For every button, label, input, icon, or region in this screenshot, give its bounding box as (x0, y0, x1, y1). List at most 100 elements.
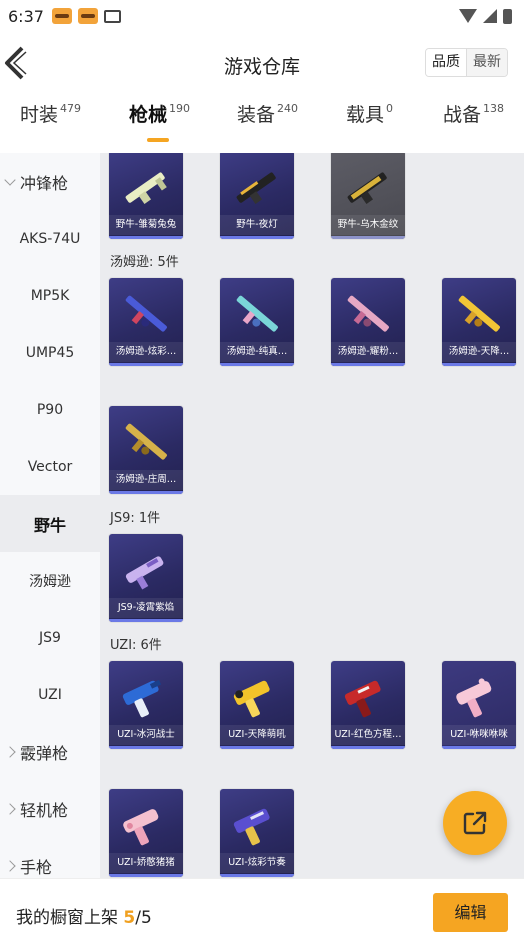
chevron-right-icon (4, 745, 16, 758)
weapon-card-name: JS9-凌霄紫焰 (109, 598, 183, 618)
rarity-stripe (220, 746, 294, 749)
weapon-card-name: UZI-红色方程… (331, 725, 405, 745)
tab-vehicles[interactable]: 载具 0 (346, 100, 393, 150)
sidebar-item-aks74u[interactable]: AKS-74U (0, 210, 100, 267)
thompson-innocent-skin-icon (236, 295, 278, 332)
chevron-down-icon (4, 173, 16, 186)
weapon-card-name: 汤姆逊-天降… (442, 342, 516, 362)
weapon-grid: 野牛-雏菊兔兔 野牛-夜灯 野牛-乌木金纹 汤姆逊: 5件 汤姆逊-炫彩… 汤姆… (100, 153, 524, 878)
sidebar-category-smg[interactable]: 冲锋枪 (0, 153, 100, 210)
sort-newest-button[interactable]: 最新 (467, 49, 507, 76)
warehouse-page: 6:37 游戏仓库 品质 最新 时装 479 枪械 190 装备 240 载具 … (0, 0, 524, 941)
weapon-card-name: 汤姆逊-纯真… (220, 342, 294, 362)
weapon-card-name: 野牛-雏菊兔兔 (109, 215, 183, 235)
sidebar-item-js9[interactable]: JS9 (0, 609, 100, 666)
showcase-shown-count: 5 (123, 908, 136, 928)
sidebar-item-bizon[interactable]: 野牛 (0, 495, 100, 552)
tab-label: 战备 (443, 104, 482, 126)
game-notification-icon (77, 8, 98, 24)
section-heading-js9: JS9: 1件 (110, 511, 161, 526)
uzi-meow-meow-skin-icon (456, 678, 492, 718)
sidebar-category-label: 冲锋枪 (20, 173, 69, 193)
weapon-card-name: 汤姆逊-庄周… (109, 470, 183, 490)
weapon-type-sidebar: 冲锋枪 AKS-74U MP5K UMP45 P90 Vector 野牛 汤姆逊… (0, 153, 100, 878)
header: 游戏仓库 品质 最新 (0, 32, 524, 94)
sidebar-item-uzi[interactable]: UZI (0, 666, 100, 723)
js9-purple-flame-skin-icon (125, 556, 164, 590)
weapon-card-name: UZI-娇憨猪猪 (109, 853, 183, 873)
weapon-card[interactable]: 野牛-雏菊兔兔 (109, 153, 183, 239)
sidebar-category-label: 轻机枪 (20, 800, 69, 820)
thompson-zhuangzhou-skin-icon (125, 423, 167, 460)
weapon-card-name: UZI-炫彩节奏 (220, 853, 294, 873)
weapon-card[interactable]: 汤姆逊-纯真… (220, 278, 294, 366)
weapon-card[interactable]: UZI-红色方程… (331, 661, 405, 749)
tab-equipment[interactable]: 装备 240 (237, 100, 298, 150)
bizon-ebony-gold-skin-icon (347, 172, 387, 204)
rarity-stripe (220, 236, 294, 239)
uzi-piggy-skin-icon (123, 809, 159, 846)
weapon-card[interactable]: JS9-凌霄紫焰 (109, 534, 183, 622)
weapon-card[interactable]: 汤姆逊-天降… (442, 278, 516, 366)
weapon-card[interactable]: 野牛-夜灯 (220, 153, 294, 239)
weapon-card-name: 汤姆逊-炫彩… (109, 342, 183, 362)
weapon-card-name: 野牛-夜灯 (220, 215, 294, 235)
uzi-cute-roar-skin-icon (233, 680, 270, 718)
uzi-colorful-rhythm-skin-icon (233, 808, 270, 846)
wifi-icon (459, 9, 477, 23)
section-heading-thompson: 汤姆逊: 5件 (110, 255, 179, 270)
edit-button[interactable]: 编辑 (433, 893, 508, 932)
weapon-card[interactable]: UZI-咻咪咻咪 (442, 661, 516, 749)
sidebar-item-ump45[interactable]: UMP45 (0, 324, 100, 381)
rarity-stripe (109, 491, 183, 494)
rarity-stripe (109, 619, 183, 622)
rarity-stripe (331, 236, 405, 239)
bizon-nightlight-skin-icon (236, 172, 276, 204)
tab-fashion[interactable]: 时装 479 (20, 100, 81, 150)
rarity-stripe (109, 874, 183, 877)
tab-firearms[interactable]: 枪械 190 (129, 100, 190, 150)
sort-quality-button[interactable]: 品质 (426, 49, 467, 76)
sidebar-item-p90[interactable]: P90 (0, 381, 100, 438)
tab-label: 时装 (20, 104, 59, 126)
thompson-dazzling-pink-skin-icon (347, 295, 389, 332)
weapon-card[interactable]: 汤姆逊-庄周… (109, 406, 183, 494)
mail-icon (103, 9, 121, 23)
status-bar: 6:37 (0, 0, 524, 32)
weapon-card-name: 野牛-乌木金纹 (331, 215, 405, 235)
sidebar-category-lmg[interactable]: 轻机枪 (0, 780, 100, 837)
status-time: 6:37 (8, 6, 44, 26)
tab-count: 240 (277, 102, 299, 115)
tab-label: 装备 (237, 104, 276, 126)
game-notification-icon (51, 8, 72, 24)
weapon-card[interactable]: UZI-娇憨猪猪 (109, 789, 183, 877)
rarity-stripe (220, 363, 294, 366)
weapon-card-name: UZI-天降萌吼 (220, 725, 294, 745)
tab-count: 0 (386, 102, 394, 115)
weapon-card[interactable]: 汤姆逊-炫彩… (109, 278, 183, 366)
sort-toggle: 品质 最新 (425, 48, 508, 77)
weapon-card[interactable]: 野牛-乌木金纹 (331, 153, 405, 239)
weapon-card[interactable]: 汤姆逊-耀粉… (331, 278, 405, 366)
rarity-stripe (331, 363, 405, 366)
weapon-card-name: UZI-冰河战士 (109, 725, 183, 745)
tab-supplies[interactable]: 战备 138 (443, 100, 504, 150)
tab-label: 载具 (346, 104, 385, 126)
sidebar-item-vector[interactable]: Vector (0, 438, 100, 495)
uzi-glacier-warrior-skin-icon (122, 679, 162, 718)
rarity-stripe (442, 363, 516, 366)
weapon-card[interactable]: UZI-冰河战士 (109, 661, 183, 749)
sidebar-category-label: 霰弹枪 (20, 743, 69, 763)
sidebar-category-pistol[interactable]: 手枪 (0, 837, 100, 878)
share-fab-button[interactable] (443, 791, 507, 855)
thompson-heavenly-gold-skin-icon (458, 295, 500, 332)
sidebar-category-shotgun[interactable]: 霰弹枪 (0, 723, 100, 780)
showcase-footer: 我的橱窗上架 5/5 编辑 (0, 878, 524, 941)
battery-icon (503, 8, 512, 24)
weapon-card[interactable]: UZI-天降萌吼 (220, 661, 294, 749)
weapon-card[interactable]: UZI-炫彩节奏 (220, 789, 294, 877)
rarity-stripe (109, 236, 183, 239)
sidebar-item-thompson[interactable]: 汤姆逊 (0, 552, 100, 609)
rarity-stripe (109, 363, 183, 366)
sidebar-item-mp5k[interactable]: MP5K (0, 267, 100, 324)
